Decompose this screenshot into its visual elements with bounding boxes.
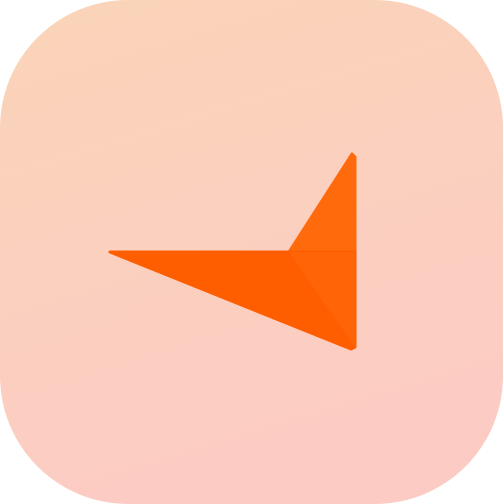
plane-upper-wing (287, 152, 357, 254)
app-icon-tile[interactable] (0, 0, 503, 504)
paper-plane-icon (108, 152, 357, 351)
